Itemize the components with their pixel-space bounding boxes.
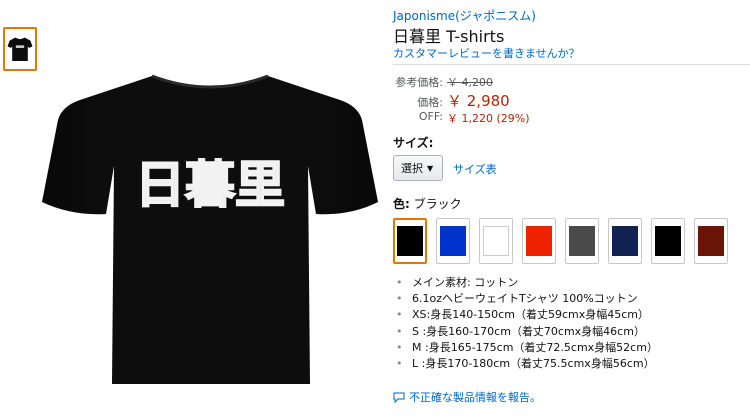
savings-row: OFF: ￥ 1,220 (29%) [393,110,530,126]
write-review-link[interactable]: カスタマーレビューを書きませんか？ [393,45,580,61]
brand-link[interactable]: Japonisme(ジャポニスム) [393,7,536,24]
color-value: ブラック [413,197,462,211]
swatch-chip [526,226,552,256]
swatch-chip [397,226,423,256]
color-swatch-red[interactable] [522,218,556,264]
list-price-label: 参考価格: [395,76,443,89]
color-swatch-navy[interactable] [608,218,642,264]
size-select[interactable]: 選択 ▼ [393,155,443,181]
thumbnail-shirt-image [7,37,33,61]
product-title: 日暮里 T-shirts [393,27,505,46]
list-price-value: ￥ 4,200 [447,76,493,89]
color-swatches [393,218,728,264]
chevron-down-icon: ▼ [427,163,434,173]
size-label: サイズ: [393,136,434,150]
swatch-chip [698,226,724,256]
feature-item: • L :身長170-180cm（着丈75.5cmx身幅56cm） [396,356,655,370]
feature-bullets: • メイン素材: コットン • 6.1ozヘビーウェイトTシャツ 100%コットン … [393,275,658,372]
color-swatch-white[interactable] [479,218,513,264]
price-label: 価格: [417,96,443,109]
feature-item: • XS:身長140-150cm（着丈59cmx身幅45cm） [396,308,649,322]
swatch-chip [440,226,466,256]
tshirt-image: 日暮里 [42,74,378,384]
feature-item: • M :身長165-175cm（着丈72.5cmx身幅52cm） [396,340,658,354]
size-chart-link[interactable]: サイズ表 [453,161,497,177]
feature-item: • 6.1ozヘビーウェイトTシャツ 100%コットン [396,292,638,306]
color-swatch-black[interactable] [393,218,427,264]
price-value: ￥ 2,980 [447,92,510,110]
report-link-text: 不正確な製品情報を報告。 [409,391,541,404]
product-thumbnail[interactable] [3,27,37,71]
size-select-value: 選択 [401,162,423,175]
shirt-print-text: 日暮里 [135,156,285,214]
color-swatch-blue[interactable] [436,218,470,264]
savings-value: ￥ 1,220 (29%) [447,112,530,125]
speech-bubble-icon [393,392,405,403]
divider [393,64,750,65]
swatch-chip [655,226,681,256]
swatch-chip [612,226,638,256]
color-row: 色: ブラック [393,195,462,212]
price-row: 価格: ￥ 2,980 [393,90,510,111]
report-incorrect-info-link[interactable]: 不正確な製品情報を報告。 [393,389,541,405]
swatch-chip [569,226,595,256]
color-swatch-maroon[interactable] [694,218,728,264]
list-price-row: 参考価格: ￥ 4,200 [393,74,493,90]
feature-item: • メイン素材: コットン [396,276,519,289]
feature-item: • S :身長160-170cm（着丈70cmx身幅46cm） [396,324,645,338]
savings-label: OFF: [418,110,443,123]
swatch-chip [483,226,509,256]
color-swatch-black-2[interactable] [651,218,685,264]
color-label: 色: [393,197,410,211]
product-main-image: 日暮里 [40,70,380,390]
color-swatch-gray[interactable] [565,218,599,264]
